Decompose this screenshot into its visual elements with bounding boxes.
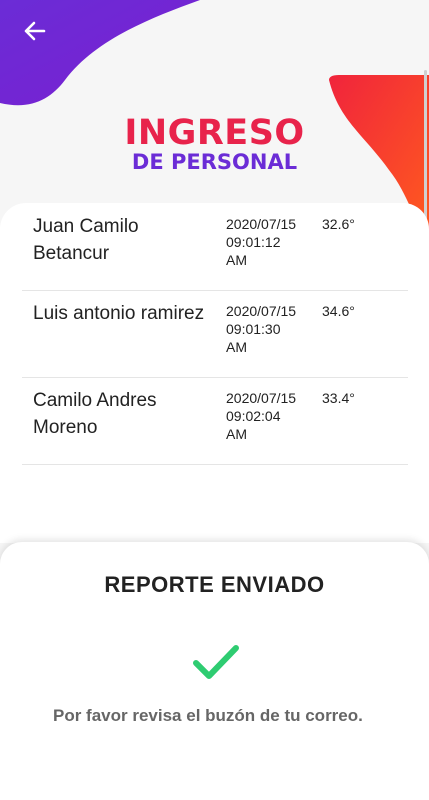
entry-date: 2020/07/15 [226, 303, 297, 319]
entry-temperature: 32.6° [322, 216, 355, 232]
sheet-message: Por favor revisa el buzón de tu correo. [53, 706, 363, 725]
entry-temperature: 34.6° [322, 303, 355, 319]
entry-time: 09:01:12 [226, 234, 281, 250]
title-main: INGRESO [124, 113, 305, 153]
entry-datetime: 2020/07/15 09:02:04 AM [226, 389, 316, 443]
entry-date: 2020/07/15 [226, 216, 297, 232]
arrow-left-icon [24, 21, 46, 41]
entry-time: 09:02:04 [226, 408, 281, 424]
list-item[interactable]: Luis antonio ramirez 2020/07/15 09:01:30… [22, 290, 408, 378]
entry-ampm: AM [226, 339, 247, 355]
page-title: INGRESO DE PERSONAL [0, 114, 429, 174]
entry-name: Juan Camilo Betancur [33, 216, 139, 264]
entry-name: Camilo Andres Moreno [33, 390, 157, 438]
entry-datetime: 2020/07/15 09:01:12 AM [226, 215, 316, 269]
entry-datetime: 2020/07/15 09:01:30 AM [226, 302, 316, 356]
entry-ampm: AM [226, 426, 247, 442]
entry-name: Luis antonio ramirez [33, 303, 205, 324]
checkmark-icon [193, 645, 239, 679]
entries-list: Juan Camilo Betancur 2020/07/15 09:01:12… [0, 203, 429, 543]
entry-ampm: AM [226, 252, 247, 268]
title-sub: DE PERSONAL [131, 150, 298, 174]
entry-date: 2020/07/15 [226, 390, 297, 406]
entry-time: 09:01:30 [226, 321, 281, 337]
entry-temperature: 33.4° [322, 390, 355, 406]
list-item[interactable]: Camilo Andres Moreno 2020/07/15 09:02:04… [22, 377, 408, 465]
report-sent-sheet: REPORTE ENVIADO Por favor revisa el buzó… [0, 542, 429, 800]
back-button[interactable] [18, 16, 52, 46]
list-item[interactable]: Juan Camilo Betancur 2020/07/15 09:01:12… [22, 203, 408, 291]
sheet-title: REPORTE ENVIADO [104, 572, 325, 597]
